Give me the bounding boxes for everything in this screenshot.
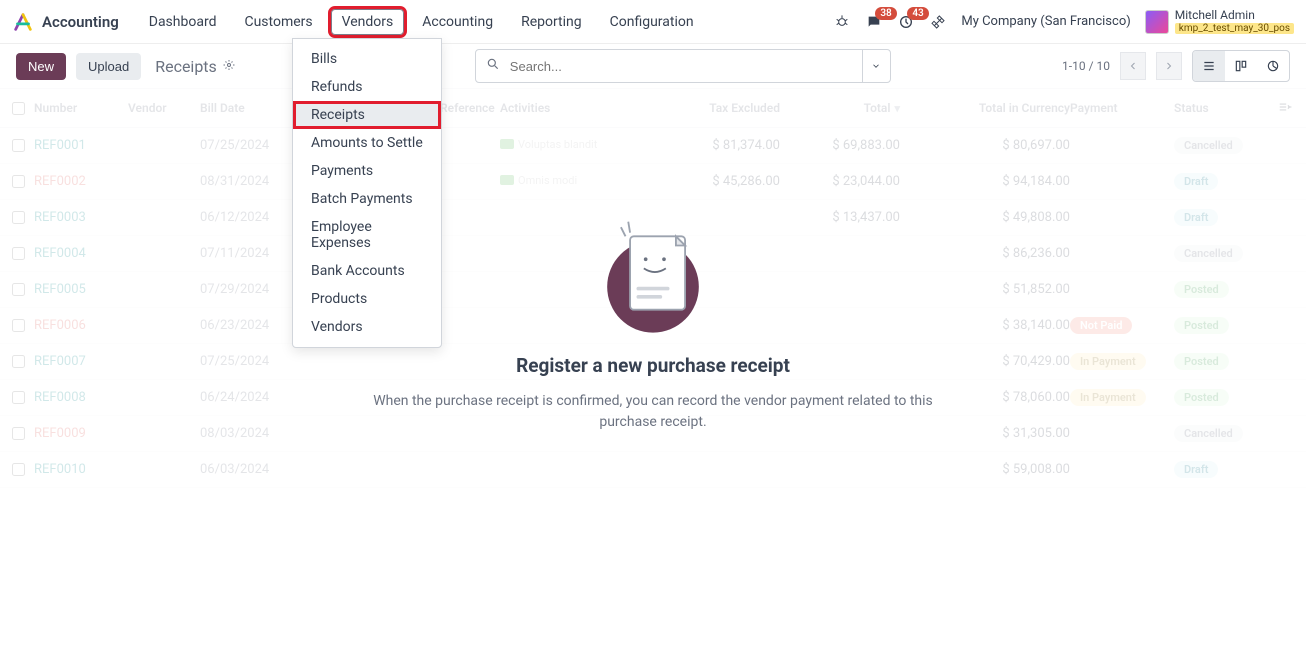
empty-title: Register a new purchase receipt [516, 354, 790, 377]
pager-text: 1-10 / 10 [1062, 59, 1110, 73]
page-title: Receipts [155, 57, 235, 76]
top-nav: Accounting Dashboard Customers Vendors A… [0, 0, 1306, 44]
dropdown-payments[interactable]: Payments [293, 157, 441, 185]
dropdown-batch[interactable]: Batch Payments [293, 185, 441, 213]
nav-accounting[interactable]: Accounting [412, 10, 503, 34]
dropdown-bank[interactable]: Bank Accounts [293, 257, 441, 285]
nav-dashboard[interactable]: Dashboard [139, 10, 227, 34]
pager-prev[interactable] [1120, 52, 1146, 80]
search-box[interactable] [475, 49, 891, 83]
control-bar: New Upload Receipts 1-10 / 10 [0, 44, 1306, 88]
new-button[interactable]: New [16, 53, 66, 80]
user-name: Mitchell Admin [1175, 9, 1294, 22]
table-wrap: Number Vendor Bill Date Reference Activi… [0, 88, 1306, 488]
search-input[interactable] [510, 59, 862, 74]
activities-badge: 43 [907, 7, 928, 20]
dropdown-products[interactable]: Products [293, 285, 441, 313]
dropdown-vendors[interactable]: Vendors [293, 313, 441, 341]
nav-configuration[interactable]: Configuration [600, 10, 704, 34]
dropdown-receipts[interactable]: Receipts [293, 101, 441, 129]
avatar [1145, 10, 1169, 34]
nav-vendors[interactable]: Vendors [331, 9, 405, 35]
tools-icon[interactable] [929, 13, 947, 31]
dropdown-refunds[interactable]: Refunds [293, 73, 441, 101]
search-options-caret[interactable] [862, 50, 890, 82]
activities-icon[interactable]: 43 [897, 13, 915, 31]
app-brand[interactable]: Accounting [42, 13, 119, 31]
dropdown-bills[interactable]: Bills [293, 45, 441, 73]
gear-icon[interactable] [223, 59, 235, 74]
company-selector[interactable]: My Company (San Francisco) [961, 14, 1130, 29]
empty-illustration-icon [598, 208, 708, 338]
view-toggle [1192, 50, 1290, 82]
empty-body: When the purchase receipt is confirmed, … [373, 391, 933, 433]
messages-badge: 38 [875, 7, 896, 20]
debug-icon[interactable] [833, 13, 851, 31]
page-title-text: Receipts [155, 57, 217, 76]
nav-customers[interactable]: Customers [234, 10, 322, 34]
upload-button[interactable]: Upload [76, 53, 141, 80]
search-icon [476, 57, 510, 75]
nav-reporting[interactable]: Reporting [511, 10, 592, 34]
user-menu[interactable]: Mitchell Admin kmp_2_test_may_30_pos [1145, 9, 1294, 33]
dropdown-amounts[interactable]: Amounts to Settle [293, 129, 441, 157]
view-kanban-icon[interactable] [1225, 51, 1257, 81]
user-db: kmp_2_test_may_30_pos [1175, 23, 1294, 34]
dropdown-expenses[interactable]: Employee Expenses [293, 213, 441, 257]
vendors-dropdown: Bills Refunds Receipts Amounts to Settle… [292, 38, 442, 348]
view-pivot-icon[interactable] [1257, 51, 1289, 81]
app-logo-icon [12, 11, 34, 33]
messages-icon[interactable]: 38 [865, 13, 883, 31]
empty-overlay: Register a new purchase receipt When the… [0, 88, 1306, 488]
pager-next[interactable] [1156, 52, 1182, 80]
view-list-icon[interactable] [1193, 51, 1225, 81]
